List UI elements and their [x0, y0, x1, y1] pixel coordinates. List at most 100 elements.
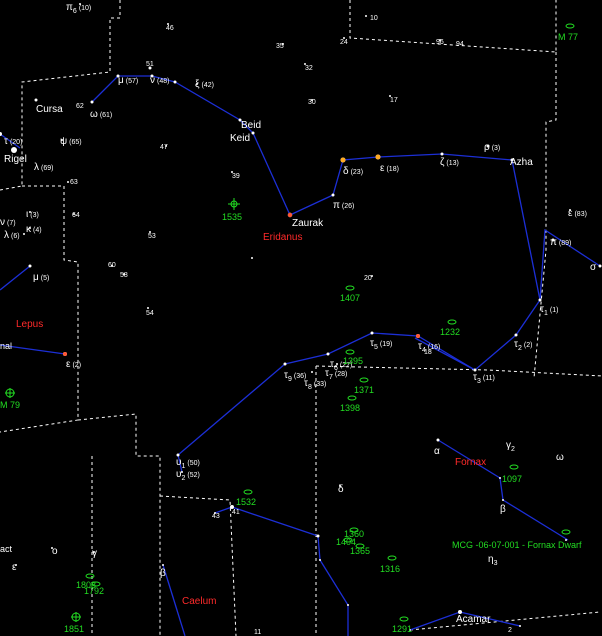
- star-dot[interactable]: [283, 362, 287, 366]
- star-dot[interactable]: [162, 564, 164, 566]
- galaxy-ngc1232[interactable]: [447, 319, 457, 325]
- label-64: 64: [72, 212, 80, 219]
- star-dot[interactable]: [319, 559, 321, 561]
- label-zeta: ζ (13): [440, 157, 459, 168]
- star-dot[interactable]: [67, 181, 69, 183]
- label-eps18: ε (18): [380, 163, 399, 174]
- star-delta-dot[interactable]: [340, 157, 346, 163]
- label-ngc1792: 1792: [84, 586, 104, 596]
- star-dot[interactable]: [90, 100, 94, 104]
- label-tau3: τ3 (11): [473, 372, 495, 385]
- star-eps2-dot[interactable]: [63, 352, 67, 356]
- star-dot[interactable]: [440, 152, 444, 156]
- star-dot[interactable]: [499, 477, 501, 479]
- label-alpha: α: [434, 446, 440, 457]
- galaxy-ngc1316[interactable]: [387, 555, 397, 561]
- label-rho: ρ (3): [484, 142, 500, 153]
- galaxy-m77[interactable]: [565, 23, 575, 29]
- label-m77: M 77: [558, 32, 578, 42]
- star-zaurak-dot[interactable]: [287, 212, 293, 218]
- star-dot[interactable]: [598, 264, 602, 268]
- label-24: 24: [340, 39, 348, 46]
- galaxy-ngc1097[interactable]: [509, 464, 519, 470]
- sky-map[interactable]: π6 (10)4610353224 96 94μ (57)51ν (48) ξ (42)30 1…: [0, 0, 602, 636]
- star-dot[interactable]: [316, 534, 320, 538]
- label-30: 30: [308, 99, 316, 106]
- label-tau: τ (20): [4, 136, 22, 147]
- label-beta-fornax: β: [500, 504, 506, 515]
- galaxy-fornax-dwarf[interactable]: [561, 529, 571, 535]
- star-dot[interactable]: [34, 98, 38, 102]
- label-tau1: τ1 (1): [540, 304, 558, 317]
- label-omicron: ο: [52, 546, 58, 557]
- label-rigel: Rigel: [4, 154, 27, 165]
- label-ngc1316: 1316: [380, 564, 400, 574]
- galaxy-ngc1398[interactable]: [347, 395, 357, 401]
- star-dot[interactable]: [11, 147, 17, 153]
- label-nu: ν (48): [150, 75, 169, 86]
- galaxy-ngc1371[interactable]: [359, 377, 369, 383]
- planetary-nebula-symbol[interactable]: [228, 198, 240, 210]
- star-dot[interactable]: [173, 80, 177, 84]
- star-chart[interactable]: π6 (10) 46 10 35 32 24 96 94 μ (57) 51 ν (48) ξ (42) 30 1…: [0, 0, 602, 636]
- star-dot[interactable]: [370, 331, 374, 335]
- label-ngc1398: 1398: [340, 403, 360, 413]
- label-60: 60: [108, 262, 116, 269]
- star-dot[interactable]: [23, 233, 25, 235]
- star-dot[interactable]: [147, 307, 149, 309]
- label-tau8: τ8 (33): [304, 378, 326, 391]
- label-ngc1232: 1232: [440, 327, 460, 337]
- label-ngc1532: 1532: [236, 497, 256, 507]
- star-tau4-dot[interactable]: [416, 334, 420, 338]
- label-43: 43: [212, 513, 220, 520]
- star-dot[interactable]: [311, 371, 313, 373]
- label-tau5: τ5 (19): [370, 338, 392, 351]
- label-47: 47: [160, 144, 168, 151]
- label-18: 18: [424, 349, 432, 356]
- label-delta-south: δ: [338, 484, 344, 495]
- galaxy-ngc1532[interactable]: [243, 489, 253, 495]
- star-dot[interactable]: [502, 499, 504, 501]
- galaxy-ngc1808[interactable]: [85, 573, 95, 579]
- star-dot[interactable]: [331, 193, 335, 197]
- label-53: 53: [148, 233, 156, 240]
- star-dot[interactable]: [365, 15, 367, 17]
- label-xi: ξ (42): [195, 79, 214, 90]
- label-54: 54: [146, 310, 154, 317]
- label-62: 62: [76, 103, 84, 110]
- label-sigma: σ: [590, 262, 597, 273]
- constellation-name-eridanus: Eridanus: [263, 232, 302, 243]
- label-omega: ω (61): [90, 109, 112, 120]
- star-dot[interactable]: [28, 264, 32, 268]
- label-gamma2: γ2: [506, 440, 515, 453]
- label-eps83: ε (83): [568, 208, 587, 219]
- star-dot[interactable]: [514, 333, 518, 337]
- star-dot[interactable]: [251, 131, 255, 135]
- label-46: 46: [166, 25, 174, 32]
- star-dot[interactable]: [326, 352, 330, 356]
- label-lambda: λ (69): [34, 162, 53, 173]
- label-lambda6: λ (6): [4, 230, 20, 241]
- star-dot[interactable]: [519, 625, 521, 627]
- label-beid: Beid: [241, 120, 261, 131]
- label-tau9: τ9 (36): [284, 370, 306, 383]
- label-eps2: ε (2): [66, 359, 81, 370]
- galaxy-ngc1407[interactable]: [345, 285, 355, 291]
- label-pi26: π (26): [333, 200, 354, 211]
- label-11: 11: [254, 629, 261, 636]
- label-pi89: π (89): [550, 237, 571, 248]
- star-dot[interactable]: [347, 604, 349, 606]
- label-58: 58: [120, 272, 128, 279]
- label-ngc1407: 1407: [340, 293, 360, 303]
- label-fornax-dwarf: MCG -06-07-001 - Fornax Dwarf: [452, 540, 582, 550]
- label-96: 96: [436, 39, 444, 46]
- label-2: 2: [508, 627, 512, 634]
- label-delta: δ (23): [343, 166, 363, 177]
- star-epsilon-dot[interactable]: [375, 154, 381, 160]
- star-dot[interactable]: [436, 438, 440, 442]
- galaxy-ngc1291[interactable]: [399, 616, 409, 622]
- galaxy-ngc1395[interactable]: [345, 349, 355, 355]
- label-mu5: μ (5): [33, 272, 49, 283]
- star-dot[interactable]: [538, 298, 542, 302]
- star-dot[interactable]: [251, 257, 253, 259]
